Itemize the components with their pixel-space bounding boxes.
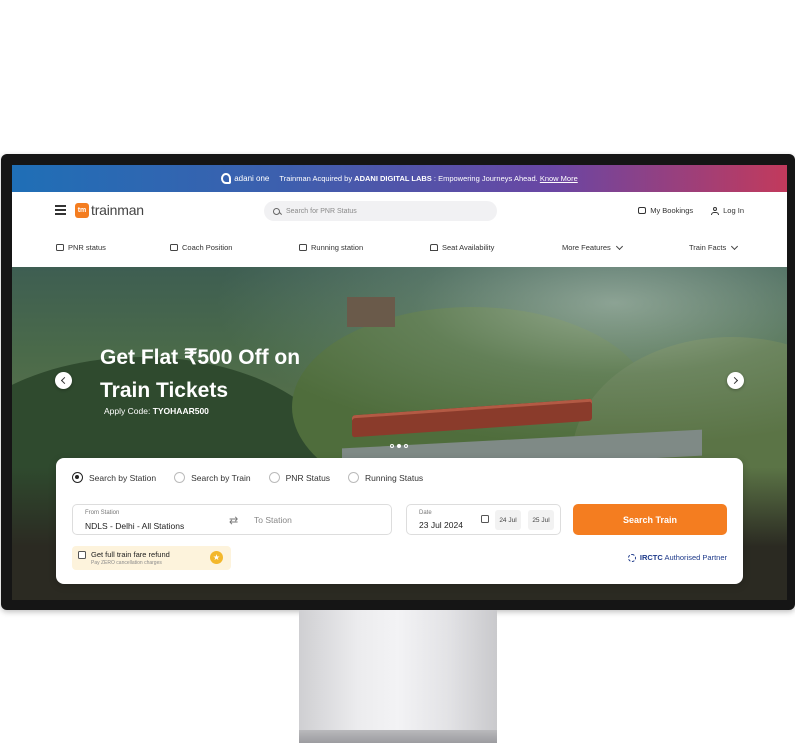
swap-stations-icon[interactable]: ⇄	[229, 514, 238, 527]
station-fields: From Station NDLS - Delhi - All Stations…	[72, 504, 392, 535]
search-mode-group: Search by Station Search by Train PNR St…	[72, 472, 423, 483]
pnr-search-input[interactable]: Search for PNR Status	[264, 201, 497, 221]
chevron-right-icon	[730, 376, 739, 385]
nav-coach-position[interactable]: Coach Position	[170, 243, 232, 252]
my-bookings-link[interactable]: My Bookings	[638, 206, 693, 215]
search-icon	[273, 207, 280, 215]
search-placeholder: Search for PNR Status	[286, 207, 357, 215]
carousel-dot-active[interactable]	[397, 444, 401, 448]
date-label: Date	[419, 510, 432, 516]
quick-date-chip[interactable]: 25 Jul	[528, 510, 554, 530]
monitor-frame: adani one Trainman Acquired by ADANI DIG…	[1, 154, 795, 610]
search-train-button[interactable]: Search Train	[573, 504, 727, 535]
nav-seat-availability[interactable]: Seat Availability	[430, 243, 494, 252]
chevron-down-icon	[731, 242, 739, 250]
monitor-stand-base	[299, 730, 497, 743]
refund-checkbox[interactable]	[78, 551, 86, 559]
refund-subtitle: Pay ZERO cancellation charges	[91, 560, 162, 566]
logo-text: trainman	[91, 202, 144, 218]
log-in-link[interactable]: Log In	[711, 206, 744, 215]
from-station-label: From Station	[85, 510, 120, 516]
carousel-dot[interactable]	[390, 444, 394, 448]
from-station-input[interactable]: NDLS - Delhi - All Stations	[85, 521, 184, 531]
radio-icon	[174, 472, 186, 483]
seat-icon	[430, 244, 438, 251]
train-icon	[299, 244, 307, 251]
nav-more-features[interactable]: More Features	[562, 242, 623, 252]
feature-nav: PNR status Coach Position Running statio…	[12, 230, 787, 268]
mode-pnr-status[interactable]: PNR Status	[268, 472, 330, 483]
carousel-dots	[390, 444, 408, 448]
radio-icon	[348, 472, 360, 483]
nav-pnr-status[interactable]: PNR status	[56, 243, 106, 252]
banner-text: Trainman Acquired by ADANI DIGITAL LABS …	[279, 174, 578, 183]
chevron-left-icon	[60, 376, 69, 385]
hero-house	[347, 297, 395, 327]
mode-running-status[interactable]: Running Status	[348, 472, 423, 483]
promo-code: Apply Code: TYOHAAR500	[104, 406, 209, 416]
adani-one-logo: adani one	[221, 173, 269, 184]
carousel-next-button[interactable]	[727, 372, 744, 389]
star-badge-icon: ★	[210, 551, 223, 564]
know-more-link[interactable]: Know More	[540, 174, 578, 183]
header-actions: My Bookings Log In	[638, 206, 744, 215]
briefcase-icon	[638, 207, 647, 214]
quick-date-chip[interactable]: 24 Jul	[495, 510, 521, 530]
ticket-icon	[56, 244, 64, 251]
calendar-icon[interactable]	[481, 515, 489, 523]
chevron-down-icon	[615, 242, 623, 250]
irctc-logo-icon	[627, 553, 636, 562]
monitor-stand	[299, 610, 497, 732]
radio-icon	[268, 472, 280, 483]
radio-selected-icon	[72, 472, 83, 483]
date-value[interactable]: 23 Jul 2024	[419, 520, 463, 530]
announcement-banner: adani one Trainman Acquired by ADANI DIG…	[12, 165, 787, 192]
date-field[interactable]: Date 23 Jul 2024 24 Jul 25 Jul	[406, 504, 561, 535]
site-header: tm trainman Search for PNR Status My Boo…	[12, 192, 787, 230]
logo-badge: tm	[75, 202, 89, 218]
adani-logo-icon	[221, 173, 232, 184]
browser-screen: adani one Trainman Acquired by ADANI DIG…	[12, 165, 787, 600]
mode-search-by-train[interactable]: Search by Train	[174, 472, 251, 483]
fare-refund-option[interactable]: Get full train fare refund Pay ZERO canc…	[72, 546, 231, 570]
carousel-prev-button[interactable]	[55, 372, 72, 389]
mode-search-by-station[interactable]: Search by Station	[72, 472, 156, 483]
train-search-card: Search by Station Search by Train PNR St…	[56, 458, 743, 584]
hero-title: Get Flat ₹500 Off on Train Tickets	[100, 346, 301, 402]
trainman-logo[interactable]: tm trainman	[75, 202, 144, 218]
refund-title: Get full train fare refund	[91, 550, 170, 559]
user-icon	[711, 206, 720, 215]
irctc-partner-badge: IRCTC Authorised Partner	[627, 553, 727, 562]
carousel-dot[interactable]	[404, 444, 408, 448]
hamburger-menu-icon[interactable]	[55, 205, 66, 215]
nav-train-facts[interactable]: Train Facts	[689, 242, 739, 252]
to-station-input[interactable]: To Station	[254, 515, 292, 525]
coach-icon	[170, 244, 178, 251]
nav-running-station[interactable]: Running station	[299, 243, 363, 252]
